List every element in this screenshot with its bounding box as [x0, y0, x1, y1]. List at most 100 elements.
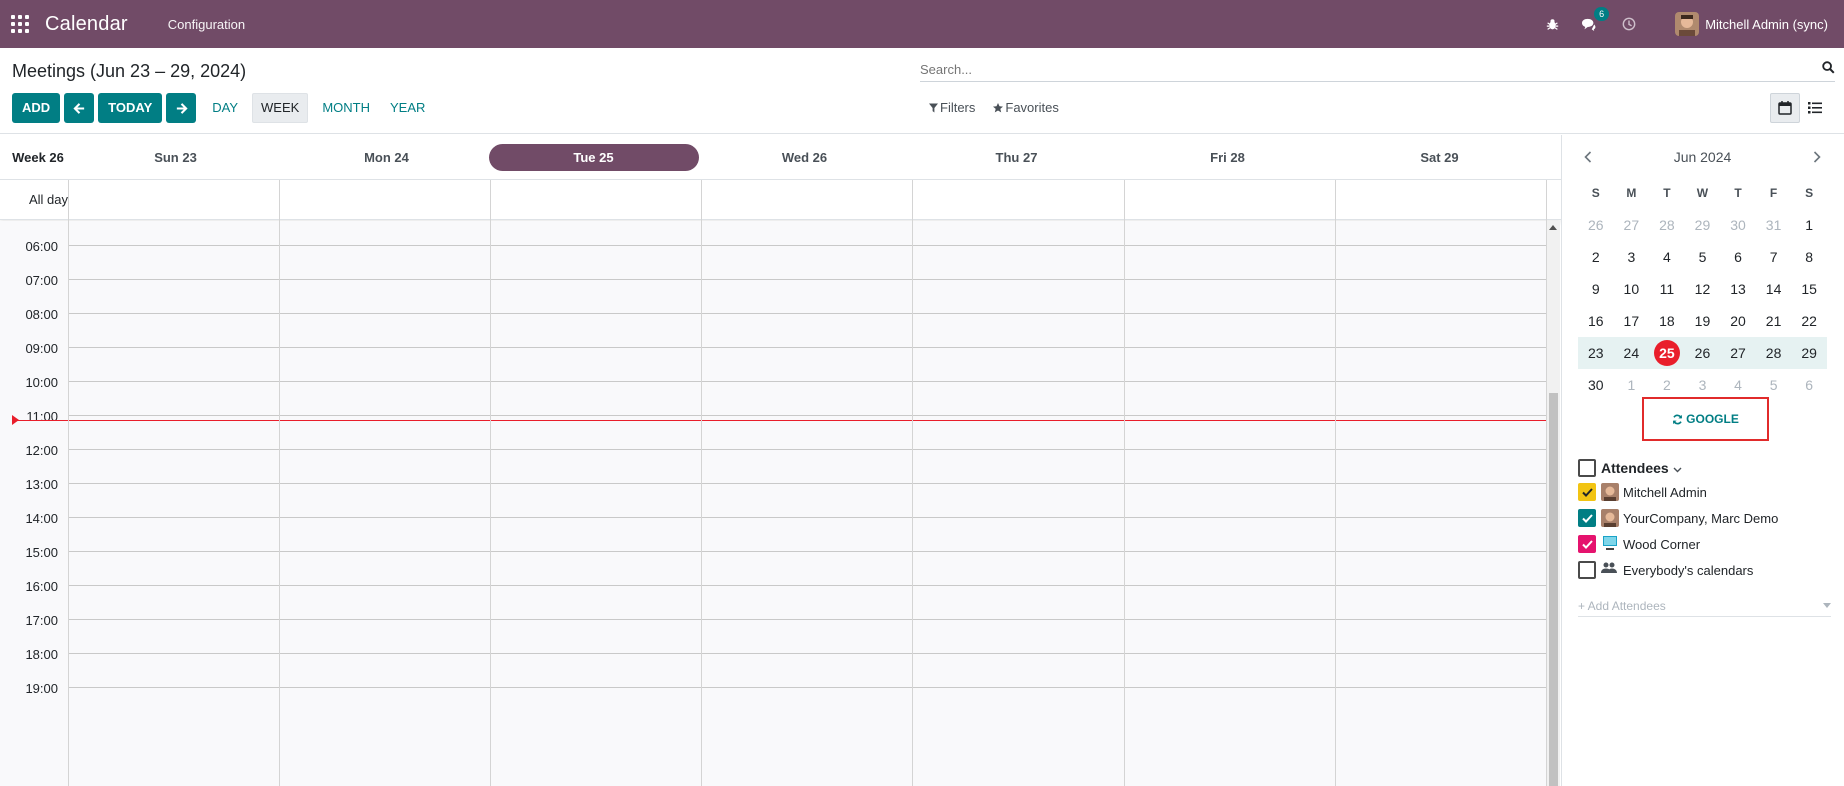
- attendee-checkbox[interactable]: [1578, 561, 1596, 579]
- time-grid[interactable]: 06:00 07:00 08:00 09:00 10:00 11:00 12:00 13:00…: [0, 221, 1546, 786]
- scroll-thumb[interactable]: [1549, 393, 1558, 786]
- mini-calendar-day[interactable]: 18: [1649, 313, 1685, 329]
- apps-menu-icon[interactable]: [10, 14, 30, 34]
- activity-clock-icon[interactable]: [1620, 15, 1638, 33]
- mini-calendar-day[interactable]: 29: [1791, 345, 1827, 361]
- attendee-checkbox[interactable]: [1578, 483, 1596, 501]
- mini-calendar-day[interactable]: 1: [1614, 377, 1650, 393]
- mini-calendar-day[interactable]: 4: [1649, 249, 1685, 265]
- mini-calendar-day[interactable]: 14: [1756, 281, 1792, 297]
- hour-line: [68, 415, 1546, 416]
- attendee-item[interactable]: Wood Corner: [1578, 531, 1831, 557]
- mini-calendar-day[interactable]: 22: [1791, 313, 1827, 329]
- attendee-item[interactable]: Everybody's calendars: [1578, 557, 1831, 583]
- scroll-up-arrow[interactable]: [1549, 225, 1557, 230]
- mini-calendar-day[interactable]: 30: [1720, 217, 1756, 233]
- user-menu[interactable]: Mitchell Admin (sync): [1705, 17, 1828, 32]
- hour-label: 14:00: [25, 511, 58, 526]
- mini-calendar-day[interactable]: 19: [1685, 313, 1721, 329]
- search-input[interactable]: [920, 58, 1800, 80]
- mini-calendar-day[interactable]: 10: [1614, 281, 1650, 297]
- top-navbar: Calendar Configuration 6 Mitchell Admin …: [0, 0, 1844, 48]
- mini-calendar-day[interactable]: 27: [1614, 217, 1650, 233]
- mini-calendar-day[interactable]: 9: [1578, 281, 1614, 297]
- mini-calendar-day[interactable]: 21: [1756, 313, 1792, 329]
- mini-calendar-day[interactable]: 6: [1791, 377, 1827, 393]
- scale-day[interactable]: DAY: [204, 93, 246, 123]
- attendee-item[interactable]: YourCompany, Marc Demo: [1578, 505, 1831, 531]
- messages-icon[interactable]: 6: [1579, 7, 1610, 33]
- attendee-item[interactable]: Mitchell Admin: [1578, 479, 1831, 505]
- google-sync-button[interactable]: GOOGLE: [1642, 397, 1769, 441]
- calendar-view-button[interactable]: [1770, 93, 1800, 123]
- search-icon[interactable]: [1822, 61, 1835, 77]
- filters-toggle[interactable]: Filters: [929, 100, 975, 115]
- day-header-wed[interactable]: Wed 26: [699, 135, 910, 180]
- attendees-header[interactable]: Attendees: [1578, 457, 1831, 479]
- mini-calendar-day[interactable]: 13: [1720, 281, 1756, 297]
- mini-calendar-day[interactable]: 23: [1578, 345, 1614, 361]
- attendee-checkbox[interactable]: [1578, 535, 1596, 553]
- scale-week[interactable]: WEEK: [252, 93, 309, 123]
- scale-year[interactable]: YEAR: [382, 93, 433, 123]
- mini-calendar-day[interactable]: 24: [1614, 345, 1650, 361]
- day-header-fri[interactable]: Fri 28: [1122, 135, 1333, 180]
- app-title[interactable]: Calendar: [45, 13, 128, 36]
- mini-calendar-day[interactable]: 5: [1756, 377, 1792, 393]
- day-header-sat[interactable]: Sat 29: [1334, 135, 1545, 180]
- mini-prev-month-button[interactable]: [1578, 147, 1598, 167]
- previous-button[interactable]: [64, 93, 95, 123]
- add-attendees-input[interactable]: + Add Attendees: [1578, 595, 1831, 617]
- all-day-row[interactable]: All day: [0, 180, 1561, 220]
- mini-calendar-day[interactable]: 12: [1685, 281, 1721, 297]
- debug-bug-icon[interactable]: [1543, 15, 1561, 33]
- menu-configuration[interactable]: Configuration: [168, 17, 245, 32]
- scrollbar[interactable]: [1546, 221, 1560, 786]
- add-button[interactable]: ADD: [12, 93, 61, 123]
- users-group-icon: [1601, 561, 1619, 579]
- mini-calendar-day[interactable]: 31: [1756, 217, 1792, 233]
- mini-calendar-title[interactable]: Jun 2024: [1674, 149, 1732, 165]
- mini-calendar-day[interactable]: 2: [1649, 377, 1685, 393]
- mini-calendar-day[interactable]: 29: [1685, 217, 1721, 233]
- next-button[interactable]: [166, 93, 197, 123]
- mini-calendar-day[interactable]: 15: [1791, 281, 1827, 297]
- mini-calendar-day[interactable]: 28: [1756, 345, 1792, 361]
- hour-line: [68, 483, 1546, 484]
- day-column-divider: [490, 180, 491, 786]
- mini-calendar-day[interactable]: 30: [1578, 377, 1614, 393]
- all-day-label: All day: [28, 192, 68, 207]
- favorites-toggle[interactable]: Favorites: [993, 100, 1059, 115]
- mini-calendar-day[interactable]: 28: [1649, 217, 1685, 233]
- mini-calendar-day[interactable]: 2: [1578, 249, 1614, 265]
- mini-calendar-today[interactable]: 25: [1649, 340, 1685, 366]
- mini-next-month-button[interactable]: [1807, 147, 1827, 167]
- user-avatar[interactable]: [1675, 12, 1700, 36]
- attendee-name: Everybody's calendars: [1623, 562, 1754, 578]
- mini-calendar-day[interactable]: 27: [1720, 345, 1756, 361]
- mini-calendar-day[interactable]: 3: [1614, 249, 1650, 265]
- day-header-sun[interactable]: Sun 23: [70, 135, 281, 180]
- mini-calendar-day[interactable]: 20: [1720, 313, 1756, 329]
- mini-calendar-day[interactable]: 1: [1791, 217, 1827, 233]
- mini-calendar-day[interactable]: 5: [1685, 249, 1721, 265]
- attendee-checkbox[interactable]: [1578, 509, 1596, 527]
- day-header-thu[interactable]: Thu 27: [911, 135, 1122, 180]
- mini-calendar-day[interactable]: 7: [1756, 249, 1792, 265]
- mini-calendar-day[interactable]: 4: [1720, 377, 1756, 393]
- list-view-button[interactable]: [1800, 93, 1830, 123]
- day-header-mon[interactable]: Mon 24: [281, 135, 492, 180]
- mini-calendar-day[interactable]: 17: [1614, 313, 1650, 329]
- mini-calendar-day[interactable]: 6: [1720, 249, 1756, 265]
- day-header-tue-today[interactable]: Tue 25: [488, 135, 699, 180]
- mini-calendar-day[interactable]: 16: [1578, 313, 1614, 329]
- attendees-select-all-checkbox[interactable]: [1578, 459, 1596, 477]
- mini-calendar-day[interactable]: 26: [1578, 217, 1614, 233]
- mini-calendar-day[interactable]: 26: [1685, 345, 1721, 361]
- day-header-row: Week 26 Sun 23 Mon 24 Tue 25 Wed 26 Thu …: [0, 135, 1561, 180]
- today-button[interactable]: TODAY: [98, 93, 163, 123]
- mini-calendar-day[interactable]: 8: [1791, 249, 1827, 265]
- mini-calendar-day[interactable]: 3: [1685, 377, 1721, 393]
- mini-calendar-day[interactable]: 11: [1649, 281, 1685, 297]
- scale-month[interactable]: MONTH: [314, 93, 378, 123]
